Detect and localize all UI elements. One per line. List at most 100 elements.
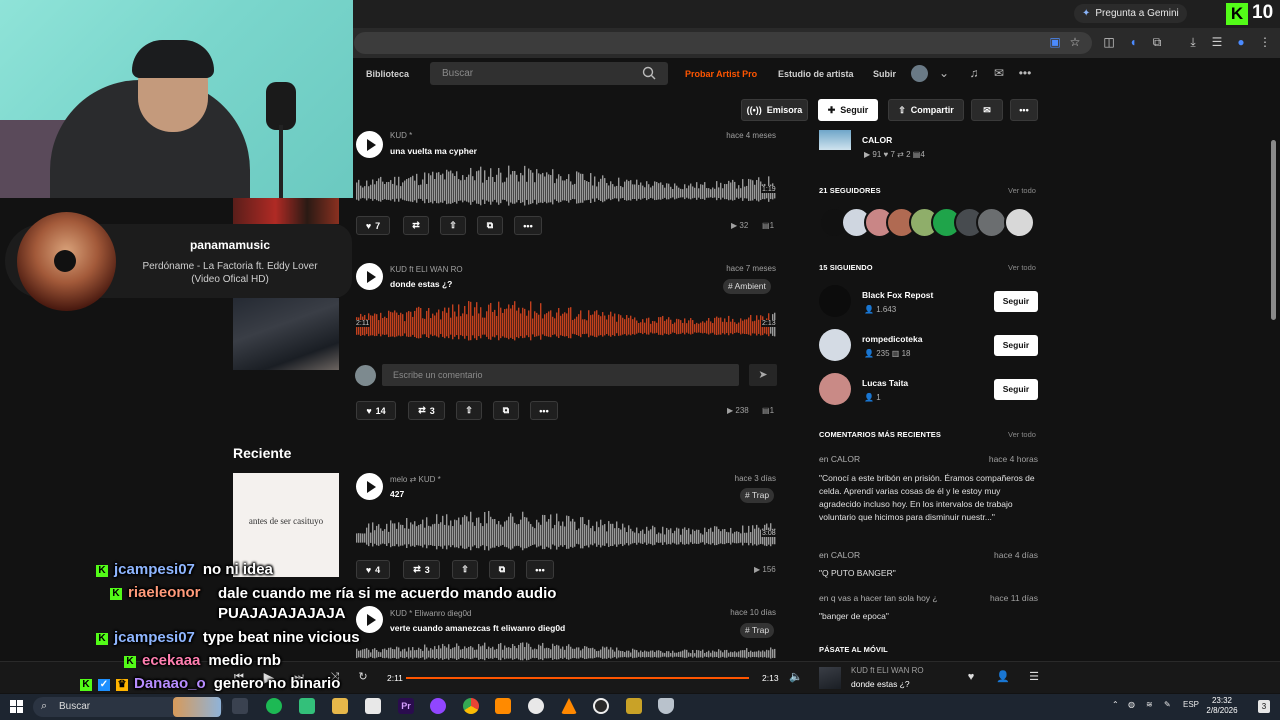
copy-link-button[interactable]: ⧉ <box>493 401 519 420</box>
repost-button[interactable]: ⇄ 3 <box>408 401 445 420</box>
more-button[interactable]: ••• <box>1010 99 1038 121</box>
play-button[interactable] <box>356 131 383 158</box>
play-button[interactable] <box>356 473 383 500</box>
avatar[interactable] <box>819 373 851 405</box>
artist-name[interactable]: melo <box>390 475 407 484</box>
download-icon[interactable]: ⤓ <box>1185 34 1201 50</box>
search-icon[interactable] <box>642 66 656 80</box>
heart-icon[interactable]: ♥ <box>964 670 978 684</box>
gemini-button[interactable]: ✦ Pregunta a Gemini <box>1074 4 1187 23</box>
track-thumbnail[interactable] <box>819 130 851 150</box>
genre-tag[interactable]: # Ambient <box>723 279 771 294</box>
shield-icon[interactable] <box>658 698 674 714</box>
follow-user-button[interactable]: Seguir <box>994 379 1038 400</box>
comment-input[interactable]: Escribe un comentario <box>382 364 739 386</box>
browser-menu-icon[interactable]: ⋮ <box>1257 34 1273 50</box>
followers-view-all[interactable]: Ver todo <box>1008 186 1036 195</box>
scrollbar-thumb[interactable] <box>1271 140 1276 320</box>
waveform[interactable] <box>356 300 777 342</box>
station-button[interactable]: ((•)) Emisora <box>741 99 808 121</box>
chrome-icon[interactable] <box>463 698 479 714</box>
extension-icon[interactable]: ◫ <box>1101 34 1117 50</box>
follower-avatar[interactable] <box>1004 207 1035 238</box>
premiere-icon[interactable]: Pr <box>398 698 414 714</box>
message-button[interactable]: ✉ <box>971 99 1003 121</box>
windows-start-icon[interactable] <box>10 700 23 713</box>
notifications-badge[interactable]: 3 <box>1258 700 1270 713</box>
reading-list-icon[interactable]: ☰ <box>1209 34 1225 50</box>
track-title[interactable]: una vuelta ma cypher <box>390 146 477 156</box>
follow-button[interactable]: ✚ Seguir <box>818 99 878 121</box>
repost-by[interactable]: KUD * <box>419 475 441 484</box>
following-name[interactable]: rompedicoteka <box>862 334 922 344</box>
avatar[interactable] <box>819 329 851 361</box>
following-view-all[interactable]: Ver todo <box>1008 263 1036 272</box>
wifi-icon[interactable]: ≋ <box>1146 700 1153 709</box>
pen-icon[interactable]: ✎ <box>1164 700 1171 709</box>
player-artist[interactable]: KUD ft ELI WAN RO <box>851 666 924 675</box>
genre-tag[interactable]: # Trap <box>740 488 775 503</box>
address-bar[interactable] <box>354 32 1092 54</box>
genre-tag[interactable]: # Trap <box>740 623 775 638</box>
send-icon[interactable]: ➤ <box>749 364 777 386</box>
nav-library[interactable]: Biblioteca <box>366 69 409 79</box>
like-button[interactable]: ♥ 14 <box>356 401 396 420</box>
share-button[interactable]: ⇧ <box>440 216 466 235</box>
puzzle-icon[interactable]: ⧉ <box>1149 34 1165 50</box>
comment-track[interactable]: en CALOR <box>819 454 860 464</box>
like-button[interactable]: ♥ 7 <box>356 216 390 235</box>
sidebar-track-title[interactable]: CALOR <box>862 135 892 145</box>
comment-track[interactable]: en q vas a hacer tan sola hoy ¿ <box>819 593 938 603</box>
volume-icon[interactable]: 🔈 <box>789 670 803 684</box>
waveform[interactable] <box>356 165 777 207</box>
obs-icon[interactable] <box>593 698 609 714</box>
clock[interactable]: 23:32 2/8/2026 <box>1205 696 1239 716</box>
play-button[interactable] <box>356 263 383 290</box>
avatar[interactable] <box>819 285 851 317</box>
follow-artist-icon[interactable]: 👤 <box>996 670 1010 684</box>
discord-icon[interactable] <box>430 698 446 714</box>
share-button[interactable]: ⇧ <box>456 401 482 420</box>
more-button[interactable]: ••• <box>514 216 542 235</box>
comments-view-all[interactable]: Ver todo <box>1008 430 1036 439</box>
fl-studio-icon[interactable] <box>495 698 511 714</box>
track-artist[interactable]: KUD ft ELI WAN RO <box>390 265 463 274</box>
profile-icon[interactable]: ● <box>1233 34 1249 50</box>
translate-icon[interactable]: ▣ <box>1047 34 1063 50</box>
media-player-icon[interactable] <box>626 698 642 714</box>
chevron-down-icon[interactable]: ⌄ <box>937 66 951 80</box>
notepad-icon[interactable] <box>365 698 381 714</box>
tray-chevron-icon[interactable]: ⌃ <box>1112 700 1119 709</box>
track-artist[interactable]: KUD * <box>390 131 412 140</box>
follower-avatar[interactable] <box>976 207 1007 238</box>
follow-user-button[interactable]: Seguir <box>994 335 1038 356</box>
file-explorer-icon[interactable] <box>332 698 348 714</box>
comment-track[interactable]: en CALOR <box>819 550 860 560</box>
tray-app-icon[interactable]: ◍ <box>1128 700 1135 709</box>
mail-icon[interactable]: ✉ <box>992 66 1006 80</box>
share-button[interactable]: ⇧ Compartir <box>888 99 964 121</box>
capcut-icon[interactable] <box>528 698 544 714</box>
following-name[interactable]: Lucas Taita <box>862 378 908 388</box>
track-title[interactable]: 427 <box>390 489 404 499</box>
following-name[interactable]: Black Fox Repost <box>862 290 933 300</box>
follow-user-button[interactable]: Seguir <box>994 291 1038 312</box>
artist-pro-link[interactable]: Probar Artist Pro <box>685 69 757 79</box>
more-button[interactable]: ••• <box>530 401 558 420</box>
bookmark-star-icon[interactable]: ☆ <box>1067 34 1083 50</box>
repost-button[interactable]: ⇄ <box>403 216 429 235</box>
more-icon[interactable]: ••• <box>1018 66 1032 80</box>
copy-link-button[interactable]: ⧉ <box>477 216 503 235</box>
track-artist[interactable]: melo ⇄ KUD * <box>390 475 441 484</box>
user-avatar[interactable] <box>911 65 928 82</box>
task-view-icon[interactable] <box>232 698 248 714</box>
waveform[interactable] <box>356 510 777 552</box>
audio-icon[interactable]: ◖ <box>1125 34 1141 50</box>
upload-link[interactable]: Subir <box>873 69 896 79</box>
player-title[interactable]: donde estas ¿? <box>851 679 910 689</box>
bell-icon[interactable]: ♫ <box>967 66 981 80</box>
spotify-icon[interactable] <box>266 698 282 714</box>
track-artwork[interactable] <box>233 298 339 370</box>
track-artwork[interactable] <box>233 196 339 224</box>
keyboard-language[interactable]: ESP <box>1183 700 1199 709</box>
